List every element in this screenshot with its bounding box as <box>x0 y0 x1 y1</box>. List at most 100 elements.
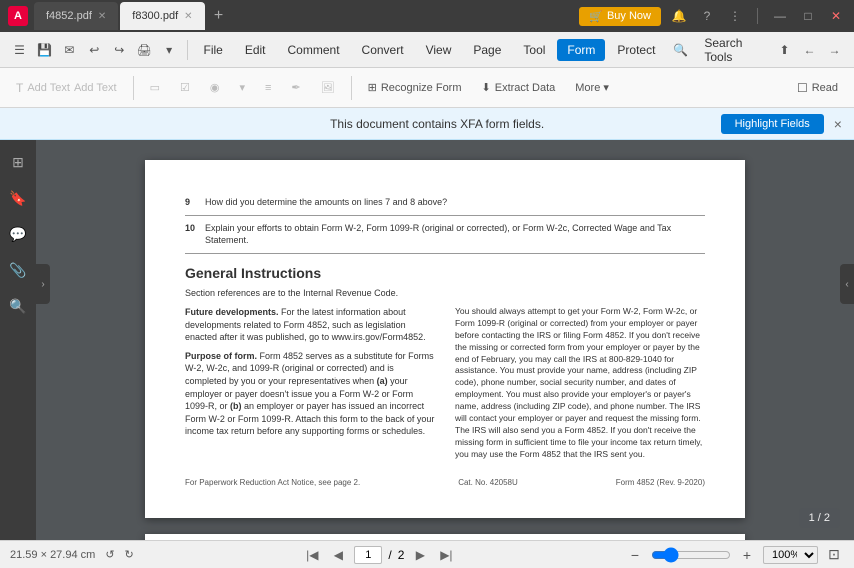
panel-pages-icon[interactable]: ⊞ <box>4 148 32 176</box>
menu-view[interactable]: View <box>416 39 462 61</box>
checkbox-icon: ☑ <box>180 81 190 94</box>
minimize-button[interactable]: — <box>770 6 790 26</box>
current-page-input[interactable] <box>354 546 382 564</box>
menu-convert[interactable]: Convert <box>352 39 414 61</box>
help-icon[interactable]: ? <box>697 6 717 26</box>
tab-f4852-label: f4852.pdf <box>46 10 92 22</box>
sign-icon: ✒ <box>291 81 300 94</box>
dropdown-btn[interactable]: ▾ <box>231 77 253 98</box>
zoom-select[interactable]: 100% 75% 50% 125% 150% <box>763 546 818 564</box>
listbox-icon: ≡ <box>265 82 271 94</box>
tab-f4852-close[interactable]: ✕ <box>98 11 106 22</box>
sign-button[interactable]: ✒ <box>283 77 308 98</box>
notification-bar: This document contains XFA form fields. … <box>0 108 854 140</box>
maximize-button[interactable]: □ <box>798 6 818 26</box>
menu-home[interactable]: File <box>193 39 232 61</box>
extract-data-button[interactable]: ⬇ Extract Data <box>474 77 564 98</box>
question-10-text: Explain your efforts to obtain Form W-2,… <box>205 222 705 247</box>
collapse-right-panel-button[interactable]: ‹ <box>840 264 854 304</box>
panel-search-icon[interactable]: 🔍 <box>4 292 32 320</box>
tab-f4852[interactable]: f4852.pdf ✕ <box>34 2 118 30</box>
checkbox-button[interactable]: ☑ <box>172 77 198 98</box>
gi-section-purpose: Purpose of form. Form 4852 serves as a s… <box>185 350 435 438</box>
menu-hamburger-icon[interactable]: ☰ <box>8 36 31 64</box>
zoom-slider[interactable] <box>651 547 731 563</box>
title-tabs: f4852.pdf ✕ f8300.pdf ✕ + <box>34 2 231 30</box>
status-left: 21.59 × 27.94 cm ↺ ↻ <box>10 548 134 561</box>
notification-close-button[interactable]: × <box>834 116 842 132</box>
menu-tool[interactable]: Tool <box>513 39 555 61</box>
save-icon[interactable]: 💾 <box>33 36 56 64</box>
menu-page[interactable]: Page <box>463 39 511 61</box>
collapse-panel-button[interactable]: › <box>36 264 50 304</box>
text-icon: T <box>16 81 23 95</box>
recognize-form-button[interactable]: ⊞ Recognize Form <box>360 77 470 98</box>
listbox-button[interactable]: ≡ <box>257 78 279 98</box>
more-button[interactable]: More ▾ <box>567 77 617 98</box>
panel-comments-icon[interactable]: 💬 <box>4 220 32 248</box>
dropdown-field-icon: ▾ <box>239 81 245 94</box>
page-navigation: |◀ ◀ / 2 ▶ ▶| <box>302 545 456 565</box>
radio-icon: ◉ <box>210 81 220 94</box>
email-icon[interactable]: ✉ <box>58 36 81 64</box>
toolbar-divider-1 <box>133 76 134 100</box>
page-badge: 1 / 2 <box>799 508 840 528</box>
question-10-number: 10 <box>185 222 197 247</box>
dropdown-icon[interactable]: ▾ <box>158 36 181 64</box>
next-page-button[interactable]: ▶ <box>410 545 430 565</box>
back-icon[interactable]: ← <box>798 36 821 64</box>
buy-now-label: Buy Now <box>607 10 651 22</box>
gi-title: General Instructions <box>185 264 705 284</box>
question-9-number: 9 <box>185 196 197 209</box>
gi-subtitle: Section references are to the Internal R… <box>185 287 705 300</box>
page1-footer-left: For Paperwork Reduction Act Notice, see … <box>185 477 360 488</box>
share-icon[interactable]: ⬆ <box>773 36 796 64</box>
close-button[interactable]: ✕ <box>826 6 846 26</box>
page-view[interactable]: 9 How did you determine the amounts on l… <box>36 140 854 540</box>
zoom-out-button[interactable]: − <box>625 545 645 565</box>
reset-icon[interactable]: ↺ <box>105 548 114 561</box>
fit-page-button[interactable]: ⊡ <box>824 545 844 565</box>
form-toolbar: T Add Text Add Text ▭ ☑ ◉ ▾ ≡ ✒ 🖼 ⊞ Reco… <box>0 68 854 108</box>
read-toggle[interactable]: ☐ Read <box>789 77 846 99</box>
radio-button[interactable]: ◉ <box>202 77 228 98</box>
extract-icon: ⬇ <box>482 81 491 94</box>
first-page-button[interactable]: |◀ <box>302 545 322 565</box>
add-text-button[interactable]: T Add Text Add Text <box>8 77 125 99</box>
rotate-icon[interactable]: ↻ <box>125 548 134 561</box>
buy-now-button[interactable]: 🛒 Buy Now <box>579 7 661 26</box>
toolbar-divider-2 <box>351 76 352 100</box>
title-bar-left: A f4852.pdf ✕ f8300.pdf ✕ + <box>8 2 231 30</box>
status-bar: 21.59 × 27.94 cm ↺ ↻ |◀ ◀ / 2 ▶ ▶| − + 1… <box>0 540 854 568</box>
search-tools-icon[interactable]: 🔍 <box>669 36 692 64</box>
highlight-fields-button[interactable]: Highlight Fields <box>721 114 824 134</box>
field-icon: ▭ <box>150 81 160 94</box>
page1-footer-cat: Cat. No. 42058U <box>458 477 518 488</box>
gi-purpose-heading: Purpose of form. <box>185 351 257 361</box>
prev-page-button[interactable]: ◀ <box>328 545 348 565</box>
image-icon: 🖼 <box>321 81 335 94</box>
tab-f8300-label: f8300.pdf <box>132 10 178 22</box>
menu-form[interactable]: Form <box>557 39 605 61</box>
overflow-menu-icon[interactable]: ⋮ <box>725 6 745 26</box>
undo-icon[interactable]: ↩ <box>83 36 106 64</box>
menu-edit[interactable]: Edit <box>235 39 276 61</box>
image-button[interactable]: 🖼 <box>313 77 343 98</box>
zoom-controls: − + 100% 75% 50% 125% 150% ⊡ <box>625 545 844 565</box>
panel-attachments-icon[interactable]: 📎 <box>4 256 32 284</box>
search-tools-label[interactable]: Search Tools <box>694 32 771 68</box>
last-page-button[interactable]: ▶| <box>436 545 456 565</box>
print-icon[interactable]: 🖨 <box>133 36 156 64</box>
menu-protect[interactable]: Protect <box>607 39 665 61</box>
panel-bookmarks-icon[interactable]: 🔖 <box>4 184 32 212</box>
forward-icon[interactable]: → <box>823 36 846 64</box>
redo-icon[interactable]: ↪ <box>108 36 131 64</box>
tab-f8300[interactable]: f8300.pdf ✕ <box>120 2 204 30</box>
checkbox-read-icon: ☐ <box>797 81 808 95</box>
zoom-in-button[interactable]: + <box>737 545 757 565</box>
question-9-row: 9 How did you determine the amounts on l… <box>185 196 705 216</box>
field-button[interactable]: ▭ <box>142 77 168 98</box>
new-tab-button[interactable]: + <box>207 4 231 28</box>
menu-comment[interactable]: Comment <box>278 39 350 61</box>
tab-f8300-close[interactable]: ✕ <box>184 11 192 22</box>
